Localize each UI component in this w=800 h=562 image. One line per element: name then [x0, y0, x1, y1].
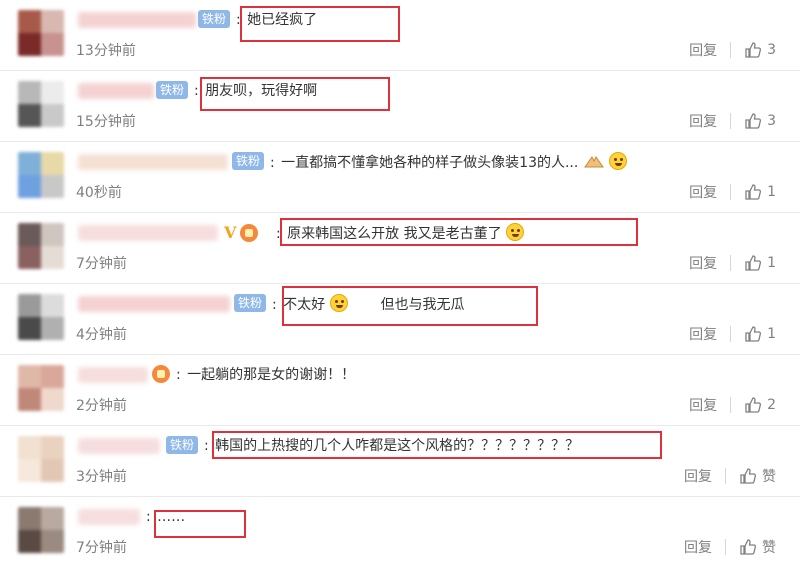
comment-time: 7分钟前: [76, 256, 127, 272]
thumb-up-icon: [745, 42, 762, 58]
like-button[interactable]: 1: [744, 183, 776, 201]
avatar[interactable]: [18, 152, 64, 198]
username-blurred[interactable]: [78, 509, 140, 525]
comment-item: 铁粉 : 一直都搞不懂拿她各种的样子做头像装13的人... 40秒前 回复 1: [0, 142, 800, 213]
fan-badge: 铁粉: [166, 436, 199, 454]
like-button[interactable]: 1: [744, 325, 776, 343]
colon-separator: :: [194, 83, 199, 99]
vip-badge: V: [224, 223, 237, 242]
avatar[interactable]: [18, 294, 64, 340]
highlight-box: [240, 6, 400, 42]
comment-time: 7分钟前: [76, 540, 127, 556]
comment-time: 15分钟前: [76, 114, 136, 130]
thumb-up-icon: [740, 539, 756, 555]
comment-item: V : 原来韩国这么开放 我又是老古董了 7分钟前 回复 1: [0, 213, 800, 284]
thumb-up-icon: [745, 326, 762, 342]
action-divider: [730, 397, 732, 413]
like-button[interactable]: 2: [744, 396, 776, 414]
reply-button[interactable]: 回复: [689, 324, 717, 344]
like-button[interactable]: 赞: [739, 466, 776, 486]
username-blurred[interactable]: [78, 83, 154, 99]
thumb-up-icon: [745, 255, 762, 271]
reply-button[interactable]: 回复: [684, 537, 712, 557]
like-count: 赞: [762, 469, 776, 485]
username-blurred[interactable]: [78, 154, 228, 170]
comment-item: 铁粉 : 不太好 但也与我无瓜 4分钟前 回复 1: [0, 284, 800, 355]
highlight-box: [280, 218, 638, 246]
username-blurred[interactable]: [78, 12, 196, 28]
colon-separator: :: [204, 438, 209, 454]
like-button[interactable]: 3: [744, 41, 776, 59]
like-count: 1: [767, 326, 776, 342]
username-blurred[interactable]: [78, 367, 148, 383]
fan-badge: 铁粉: [198, 10, 231, 28]
action-divider: [725, 468, 726, 484]
like-button[interactable]: 3: [744, 112, 776, 130]
medal-icon: [240, 223, 259, 242]
reply-button[interactable]: 回复: [689, 253, 717, 273]
avatar[interactable]: [18, 436, 64, 482]
pray-hands-icon: [583, 156, 604, 168]
action-divider: [730, 42, 732, 58]
highlight-box: [200, 77, 390, 111]
username-blurred[interactable]: [78, 296, 230, 312]
avatar[interactable]: [18, 507, 64, 553]
highlight-box: [154, 510, 246, 538]
thumb-up-icon: [745, 113, 762, 129]
colon-separator: :: [176, 367, 181, 383]
like-count: 1: [767, 184, 776, 200]
colon-separator: :: [270, 155, 275, 171]
comment-time: 4分钟前: [76, 327, 127, 343]
fan-badge: 铁粉: [234, 294, 267, 312]
comment-time: 3分钟前: [76, 469, 127, 485]
thumb-up-icon: [745, 397, 762, 413]
colon-separator: :: [146, 509, 151, 525]
surprised-emoji-icon: [609, 152, 628, 170]
like-button[interactable]: 1: [744, 254, 776, 272]
comment-text: 一起躺的那是女的谢谢！！: [187, 367, 356, 383]
action-divider: [730, 255, 732, 271]
like-button[interactable]: 赞: [739, 537, 776, 557]
fan-badge: 铁粉: [232, 152, 265, 170]
like-count: 3: [767, 113, 776, 129]
avatar[interactable]: [18, 81, 64, 127]
like-count: 3: [767, 42, 776, 58]
reply-button[interactable]: 回复: [689, 395, 717, 415]
comment-text: 一直都搞不懂拿她各种的样子做头像装13的人...: [281, 155, 579, 171]
comment-item: : 一起躺的那是女的谢谢！！ 2分钟前 回复 2: [0, 355, 800, 426]
highlight-box: [212, 431, 662, 459]
action-divider: [730, 184, 732, 200]
action-divider: [725, 539, 726, 555]
colon-separator: :: [272, 297, 277, 313]
username-blurred[interactable]: [78, 225, 218, 241]
reply-button[interactable]: 回复: [689, 182, 717, 202]
comment-item: 铁粉 : 她已经疯了 13分钟前 回复 3: [0, 0, 800, 71]
avatar[interactable]: [18, 10, 64, 56]
comment-item: 铁粉 : 韩国的上热搜的几个人咋都是这个风格的？？？？？？？？ 3分钟前 回复 …: [0, 426, 800, 497]
comment-time: 2分钟前: [76, 398, 127, 414]
comment-time: 40秒前: [76, 185, 122, 201]
thumb-up-icon: [745, 184, 762, 200]
fan-badge: 铁粉: [156, 81, 189, 99]
reply-button[interactable]: 回复: [689, 111, 717, 131]
highlight-box: [282, 286, 538, 326]
avatar[interactable]: [18, 223, 64, 269]
like-count: 赞: [762, 540, 776, 556]
avatar[interactable]: [18, 365, 64, 411]
comment-item: : …… 7分钟前 回复 赞: [0, 497, 800, 562]
thumb-up-icon: [740, 468, 756, 484]
comment-time: 13分钟前: [76, 43, 136, 59]
like-count: 2: [767, 397, 776, 413]
comment-item: 铁粉 : 朋友呗，玩得好啊 15分钟前 回复 3: [0, 71, 800, 142]
like-count: 1: [767, 255, 776, 271]
action-divider: [730, 113, 732, 129]
reply-button[interactable]: 回复: [684, 466, 712, 486]
medal-icon: [152, 365, 170, 383]
reply-button[interactable]: 回复: [689, 40, 717, 60]
username-blurred[interactable]: [78, 438, 160, 454]
action-divider: [730, 326, 732, 342]
